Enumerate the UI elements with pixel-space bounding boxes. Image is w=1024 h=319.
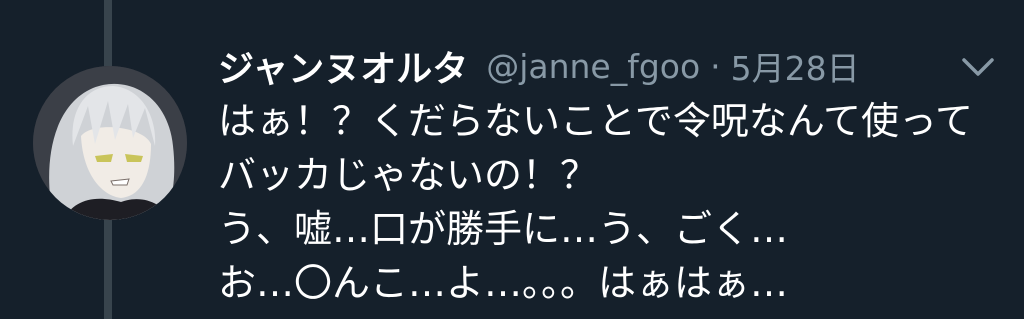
avatar[interactable] [33, 66, 187, 220]
tweet-date[interactable]: 5月28日 [731, 42, 860, 90]
tweet-text-line: はぁ！？くだらないことで令呪なんて使って [218, 99, 974, 143]
user-handle[interactable]: @janne_fgoo [486, 47, 700, 86]
tweet-header: ジャンヌオルタ @janne_fgoo · 5月28日 [218, 38, 860, 94]
tweet-text-line: バッカじゃないの！？ [218, 153, 599, 197]
chevron-down-icon[interactable] [958, 52, 998, 82]
display-name[interactable]: ジャンヌオルタ [218, 40, 468, 92]
tweet-text-line: お…〇んこ…よ…。。。はぁはぁ… [218, 261, 789, 305]
tweet-text-line: う、嘘…口が勝手に…う、ごく… [218, 207, 789, 251]
avatar-image [33, 66, 187, 220]
tweet-text: はぁ！？くだらないことで令呪なんて使って バッカじゃないの！？ う、嘘…口が勝手… [218, 94, 973, 310]
separator-dot: · [710, 46, 721, 86]
